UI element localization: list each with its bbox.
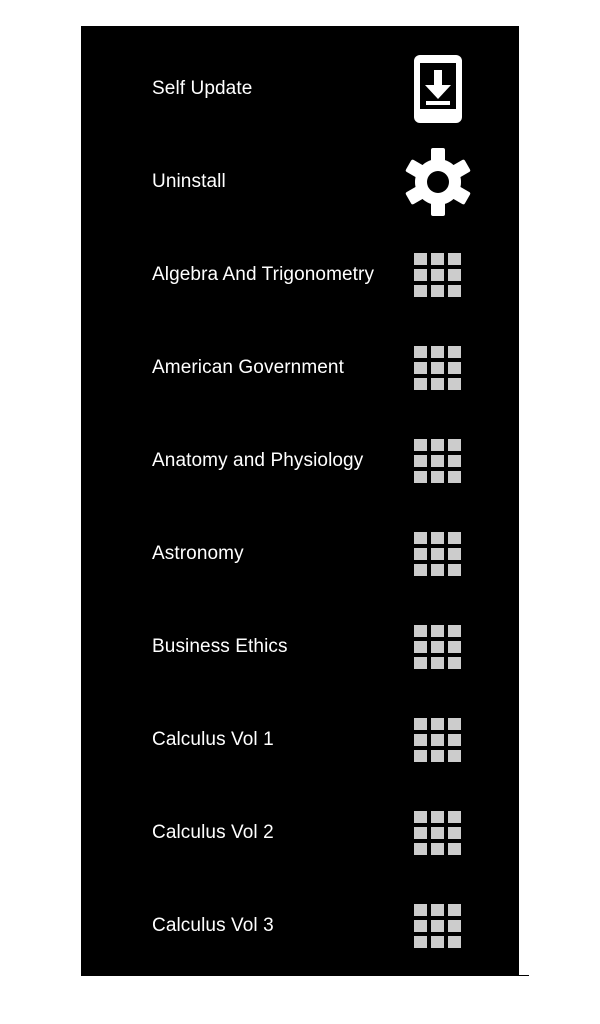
menu-item-calculus-vol-1[interactable]: Calculus Vol 1 — [81, 693, 519, 786]
edge-line — [519, 975, 529, 976]
menu-item-calculus-vol-3[interactable]: Calculus Vol 3 — [81, 879, 519, 972]
menu-item-american-government[interactable]: American Government — [81, 321, 519, 414]
menu-item-label: Calculus Vol 2 — [152, 821, 274, 843]
menu-item-label: Business Ethics — [152, 635, 288, 657]
menu-item-algebra-and-trigonometry[interactable]: Algebra And Trigonometry — [81, 228, 519, 321]
menu-item-self-update[interactable]: Self Update — [81, 42, 519, 135]
menu-item-uninstall[interactable]: Uninstall — [81, 135, 519, 228]
menu-item-astronomy[interactable]: Astronomy — [81, 507, 519, 600]
grid-icon — [403, 333, 473, 403]
menu-list: Self Update Uninstall Algebra And Trigon… — [81, 42, 519, 972]
menu-item-business-ethics[interactable]: Business Ethics — [81, 600, 519, 693]
menu-item-calculus-vol-2[interactable]: Calculus Vol 2 — [81, 786, 519, 879]
grid-icon — [403, 891, 473, 961]
menu-item-label: Uninstall — [152, 170, 226, 192]
app-menu-panel: Self Update Uninstall Algebra And Trigon… — [81, 26, 519, 976]
menu-item-label: Anatomy and Physiology — [152, 449, 364, 471]
menu-item-label: Self Update — [152, 77, 253, 99]
grid-icon — [403, 705, 473, 775]
grid-icon — [403, 240, 473, 310]
menu-item-label: Calculus Vol 3 — [152, 914, 274, 936]
grid-icon — [403, 426, 473, 496]
menu-item-label: American Government — [152, 356, 344, 378]
menu-item-label: Algebra And Trigonometry — [152, 263, 375, 285]
grid-icon — [403, 798, 473, 868]
menu-item-anatomy-and-physiology[interactable]: Anatomy and Physiology — [81, 414, 519, 507]
grid-icon — [403, 519, 473, 589]
menu-item-label: Astronomy — [152, 542, 244, 564]
gear-icon — [403, 147, 473, 217]
download-device-icon — [403, 54, 473, 124]
grid-icon — [403, 612, 473, 682]
menu-item-label: Calculus Vol 1 — [152, 728, 274, 750]
